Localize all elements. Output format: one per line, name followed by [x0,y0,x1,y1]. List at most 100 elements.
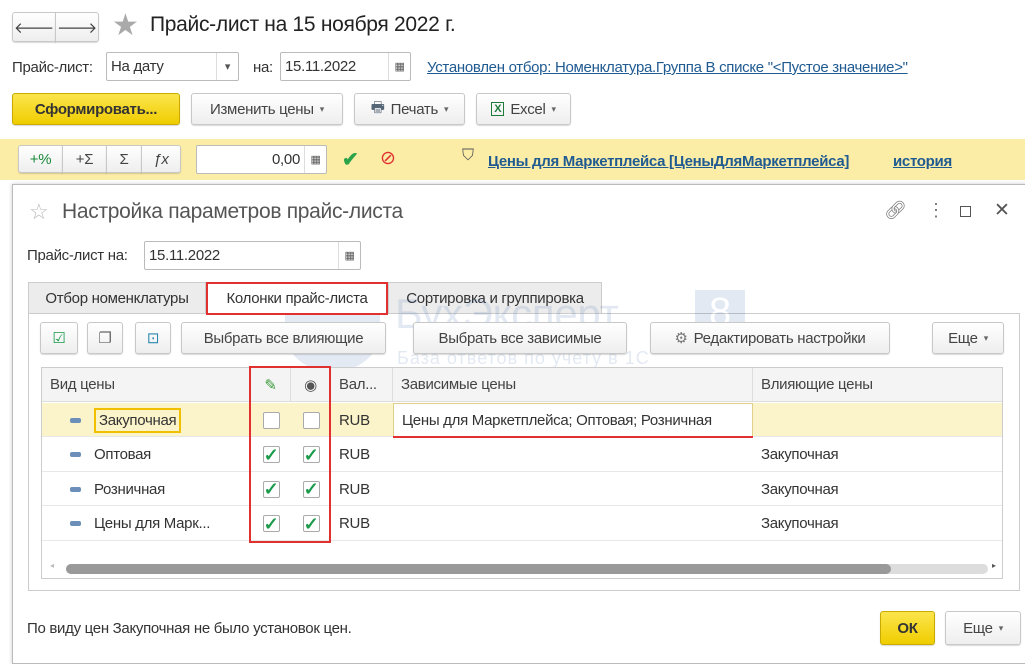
panel-more-button[interactable]: Еще ▾ [932,322,1004,354]
excel-icon: X [491,102,505,116]
plus-percent-button[interactable]: +% [18,145,63,173]
price-type-name: Закупочная [94,407,182,433]
row-marker-icon [70,438,81,472]
tab-pricelist-columns[interactable]: Колонки прайс-листа [206,282,388,315]
dialog-date-value: 15.11.2022 [149,247,220,264]
dialog-title: Настройка параметров прайс-листа [62,200,403,223]
scrollbar-thumb[interactable] [66,564,891,574]
price-type-cell[interactable]: Оптовая [94,438,151,472]
scroll-right-icon[interactable]: ▸ [992,561,996,570]
price-type-name: Оптовая [94,446,151,463]
dropdown-arrow-icon: ▾ [551,103,557,114]
edit-settings-button[interactable]: ⚙ Редактировать настройки [650,322,890,354]
table-row[interactable]: Розничная ✓ ✓ RUB Закупочная [42,472,1002,506]
change-prices-label: Изменить цены [210,100,314,118]
link-icon[interactable]: 🔗︎ [884,200,907,221]
pricelist-value: На дату [111,58,164,75]
filter-link[interactable]: Установлен отбор: Номенклатура.Группа В … [427,59,908,76]
tab-nomenclature-filter[interactable]: Отбор номенклатуры [28,282,206,314]
chevron-down-icon[interactable]: ▾ [216,53,238,80]
calculator-icon[interactable]: ▦ [304,146,326,173]
check-all-icon[interactable]: ☑ [40,322,78,354]
printer-icon: 🖶 [370,98,385,116]
select-all-dependent-button[interactable]: Выбрать все зависимые [413,322,627,354]
close-icon[interactable]: ✕ [994,199,1010,222]
col-currency[interactable]: Вал... [331,368,393,402]
dialog-date-label: Прайс-лист на: [27,247,128,264]
calendar-icon[interactable]: ▦ [338,242,360,269]
dependent-prices-cell [393,438,753,472]
price-type-cell[interactable]: Закупочная [94,403,182,437]
back-button[interactable]: 🡐 [12,12,56,42]
dependent-prices-cell [393,472,753,506]
row-marker-icon [70,472,81,506]
table-row[interactable]: Цены для Марк... ✓ ✓ RUB Закупочная [42,507,1002,541]
price-type-cell[interactable]: Розничная [94,472,165,506]
dependent-prices-cell [393,507,753,541]
dialog-date-field[interactable]: 15.11.2022 ▦ [144,241,361,270]
dependent-prices-cell: Цены для Маркетплейса; Оптовая; Рознична… [393,403,753,437]
maximize-icon[interactable] [960,206,971,217]
edit-settings-label: Редактировать настройки [693,329,866,347]
settings-gear-icon: ⚙ [674,330,688,347]
col-price-type[interactable]: Вид цены [42,368,251,402]
select-all-influencing-button[interactable]: Выбрать все влияющие [181,322,386,354]
print-button[interactable]: 🖶 Печать ▾ [354,93,465,125]
price-type-name: Розничная [94,480,165,498]
excel-button[interactable]: X Excel ▾ [476,93,571,125]
cancel-icon[interactable]: ⊘ [380,147,396,170]
price-type-link[interactable]: Цены для Маркетплейса [ЦеныДляМаркетплей… [488,153,849,170]
price-type-cell[interactable]: Цены для Марк... [94,507,210,541]
page-title: Прайс-лист на 15 ноября 2022 г. [150,13,456,36]
annotation-checkbox-columns [249,366,331,543]
footer-more-label: Еще [963,619,993,637]
uncheck-all-icon[interactable]: ❐ [87,322,123,354]
excel-label: Excel [510,100,546,118]
influencing-prices-cell: Закупочная [761,480,839,498]
pricelist-select[interactable]: На дату ▾ [106,52,239,81]
table-row[interactable]: Закупочная RUB Цены для Маркетплейса; Оп… [42,403,1002,437]
dropdown-arrow-icon: ▾ [983,332,989,343]
horizontal-scrollbar[interactable] [66,564,988,574]
influencing-prices-cell [753,403,761,437]
price-types-table: Вид цены ✎ ◉ Вал... Зависимые цены Влияю… [41,367,1003,579]
tab-sorting-grouping[interactable]: Сортировка и группировка [388,282,602,314]
dialog-star-icon[interactable]: ☆ [29,199,49,225]
col-dependent[interactable]: Зависимые цены [393,368,753,402]
plus-sum-button[interactable]: +Σ [62,145,107,173]
ok-button[interactable]: ОК [880,611,935,645]
more-dots-icon[interactable]: ⋮ [927,200,945,221]
forward-button[interactable]: 🡒 [55,12,99,42]
currency-cell: RUB [339,515,370,532]
date-field[interactable]: 15.11.2022 ▦ [280,52,411,81]
favorite-star-icon[interactable]: ★ [112,8,139,43]
row-marker-icon [70,507,81,541]
calendar-icon[interactable]: ▦ [388,53,410,80]
apply-check-icon[interactable]: ✔ [342,147,359,172]
value-field[interactable]: 0,00 ▦ [196,145,327,174]
currency-cell: RUB [339,446,370,463]
col-influencing[interactable]: Влияющие цены [753,368,1002,402]
change-prices-button[interactable]: Изменить цены ▾ [191,93,343,125]
dropdown-arrow-icon: ▾ [444,103,449,114]
table-row[interactable]: Оптовая ✓ ✓ RUB Закупочная [42,438,1002,472]
formula-button[interactable]: ƒx [141,145,181,173]
sum-button[interactable]: Σ [106,145,142,173]
generate-button[interactable]: Сформировать... [12,93,180,125]
value-text: 0,00 [272,151,300,168]
footer-more-button[interactable]: Еще ▾ [945,611,1021,645]
currency-cell: RUB [339,411,370,429]
print-label: Печать [390,100,439,118]
dropdown-arrow-icon: ▾ [998,622,1004,633]
dropdown-arrow-icon: ▾ [319,103,325,114]
currency-cell: RUB [339,480,370,498]
pricelist-label: Прайс-лист: [12,59,93,76]
select-checked-icon[interactable]: ⊡ [135,322,171,354]
influencing-prices-cell: Закупочная [761,515,839,532]
status-message: По виду цен Закупочная не было установок… [27,620,352,637]
history-link[interactable]: история [893,153,952,170]
row-marker-icon [70,403,81,437]
annotation-dependent-underline [393,436,753,438]
scroll-left-icon[interactable]: ◂ [50,561,54,570]
panel-more-label: Еще [948,329,978,347]
